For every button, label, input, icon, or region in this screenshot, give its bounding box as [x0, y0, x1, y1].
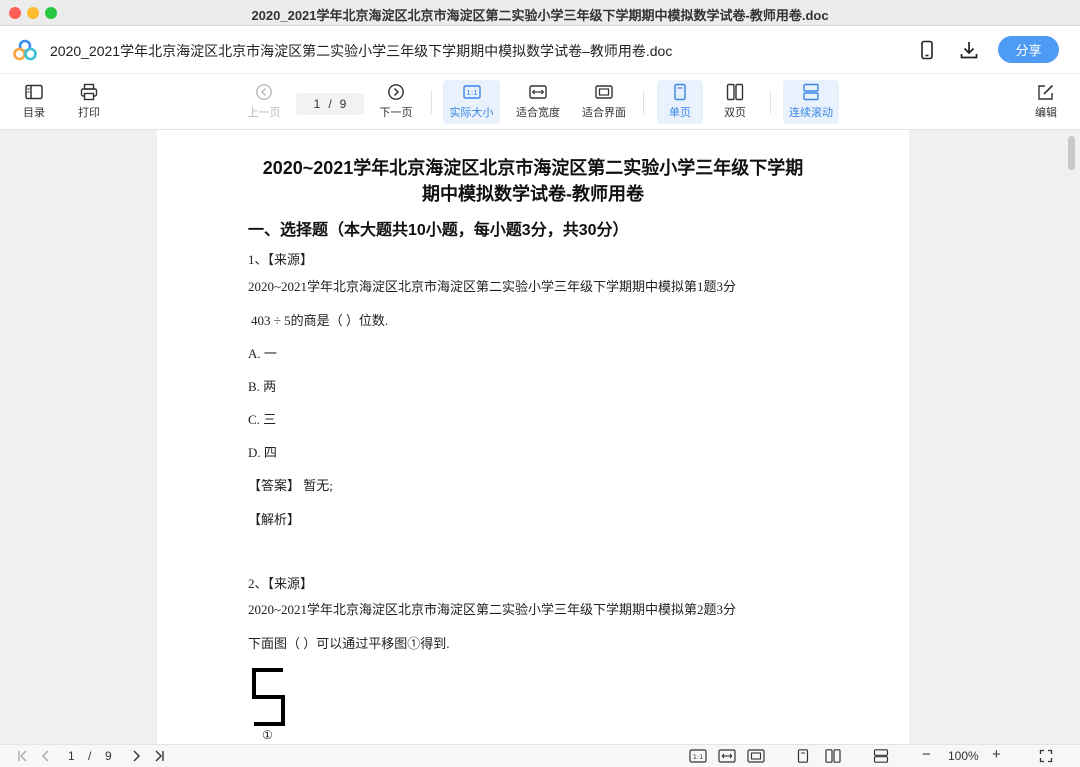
- q2-header: 2、【来源】: [248, 576, 314, 591]
- current-page: 1: [313, 97, 321, 111]
- toolbar-divider: [431, 90, 432, 114]
- q2-figure-label: ①: [262, 728, 273, 742]
- fit-window-label: 适合界面: [582, 107, 626, 119]
- app-logo-icon: [13, 39, 37, 61]
- q1-option-d: D. 四: [248, 445, 277, 460]
- status-total-pages: 9: [105, 749, 112, 763]
- single-page-button[interactable]: 单页: [657, 80, 703, 124]
- next-circle-icon: [388, 84, 404, 100]
- page-number-input[interactable]: 1 / 9: [296, 93, 364, 115]
- prev-page-label: 上一页: [247, 107, 281, 119]
- next-page-icon[interactable]: [129, 749, 143, 763]
- doc-title-line1: 2020~2021学年北京海淀区北京市海淀区第二实验小学三年级下学期: [262, 158, 804, 178]
- q1-analysis: 【解析】: [248, 512, 301, 527]
- q1-option-b: B. 两: [248, 379, 277, 394]
- document-viewport[interactable]: 2020~2021学年北京海淀区北京市海淀区第二实验小学三年级下学期 期中模拟数…: [0, 130, 1080, 744]
- zoom-level[interactable]: 100%: [948, 749, 979, 763]
- toolbar-divider: [643, 90, 644, 114]
- first-page-icon[interactable]: [16, 749, 30, 763]
- share-button[interactable]: 分享: [998, 36, 1059, 63]
- app-header: 2020_2021学年北京海淀区北京市海淀区第二实验小学三年级下学期期中模拟数学…: [0, 26, 1080, 74]
- printer-icon: [80, 83, 98, 101]
- double-page-icon: [726, 83, 744, 101]
- edit-label: 编辑: [1035, 107, 1057, 119]
- last-page-icon[interactable]: [152, 749, 166, 763]
- q2-figure: [252, 668, 285, 726]
- viewer-toolbar: 目录 打印 上一页 1 / 9 下一页 1:1 实际大小 适合宽度 适合界面 单…: [0, 74, 1080, 130]
- fullscreen-icon[interactable]: [1039, 749, 1053, 763]
- document-page: 2020~2021学年北京海淀区北京市海淀区第二实验小学三年级下学期 期中模拟数…: [157, 130, 909, 744]
- actual-size-label: 实际大小: [449, 107, 494, 119]
- status-current-page[interactable]: 1: [68, 749, 75, 763]
- document-name: 2020_2021学年北京海淀区北京市海淀区第二实验小学三年级下学期期中模拟数学…: [50, 43, 673, 59]
- single-page-icon: [674, 83, 686, 101]
- continuous-scroll-label: 连续滚动: [789, 107, 833, 119]
- status-single-page-icon[interactable]: [796, 749, 810, 763]
- fit-width-button[interactable]: 适合宽度: [511, 80, 565, 124]
- prev-page-button[interactable]: 上一页: [244, 80, 284, 124]
- fit-width-icon: [529, 85, 547, 99]
- prev-page-icon[interactable]: [39, 749, 53, 763]
- actual-size-icon: 1:1: [462, 85, 481, 99]
- print-button[interactable]: 打印: [69, 80, 109, 124]
- fit-width-label: 适合宽度: [516, 107, 560, 119]
- actual-size-button[interactable]: 1:1 实际大小: [443, 80, 500, 124]
- status-fit-width-icon[interactable]: [718, 749, 736, 763]
- status-page-separator: /: [88, 749, 92, 763]
- zoom-in-button[interactable]: +: [992, 746, 1001, 763]
- q1-answer: 【答案】 暂无;: [248, 478, 333, 493]
- prev-circle-icon: [256, 84, 272, 100]
- vertical-scrollbar[interactable]: [1068, 136, 1075, 170]
- status-continuous-icon[interactable]: [873, 749, 889, 763]
- next-page-button[interactable]: 下一页: [376, 80, 416, 124]
- q2-source: 2020~2021学年北京海淀区北京市海淀区第二实验小学三年级下学期期中模拟第2…: [248, 602, 737, 617]
- toc-icon: [25, 84, 43, 100]
- window-title: 2020_2021学年北京海淀区北京市海淀区第二实验小学三年级下学期期中模拟数学…: [251, 8, 829, 23]
- double-page-label: 双页: [724, 107, 746, 119]
- doc-title-line2: 期中模拟数学试卷-教师用卷: [422, 184, 644, 204]
- fit-window-button[interactable]: 适合界面: [577, 80, 631, 124]
- status-fit-window-icon[interactable]: [747, 749, 765, 763]
- edit-icon: [1038, 84, 1054, 100]
- continuous-scroll-button[interactable]: 连续滚动: [783, 80, 839, 124]
- toolbar-divider: [770, 90, 771, 114]
- status-double-page-icon[interactable]: [825, 749, 841, 763]
- page-separator: /: [328, 97, 332, 111]
- section-heading: 一、选择题（本大题共10小题，每小题3分，共30分）: [248, 222, 629, 239]
- q1-option-a: A. 一: [248, 346, 277, 361]
- window-titlebar: 2020_2021学年北京海淀区北京市海淀区第二实验小学三年级下学期期中模拟数学…: [0, 0, 1080, 26]
- q1-source: 2020~2021学年北京海淀区北京市海淀区第二实验小学三年级下学期期中模拟第1…: [248, 279, 737, 294]
- status-bar: 1 / 9 1:1 − 100% +: [0, 744, 1080, 767]
- status-ratio-glyph: 1:1: [693, 753, 703, 761]
- double-page-button[interactable]: 双页: [713, 80, 757, 124]
- next-page-label: 下一页: [379, 107, 413, 119]
- actual-size-glyph: 1:1: [466, 89, 477, 97]
- toc-button[interactable]: 目录: [14, 80, 54, 124]
- q1-header: 1、【来源】: [248, 252, 314, 267]
- q1-option-c: C. 三: [248, 412, 277, 427]
- toc-label: 目录: [23, 107, 45, 119]
- mobile-icon[interactable]: [916, 39, 938, 61]
- edit-button[interactable]: 编辑: [1027, 80, 1065, 124]
- download-icon[interactable]: [958, 39, 980, 61]
- status-actual-size-icon[interactable]: 1:1: [689, 749, 707, 763]
- q1-stem: 403 ÷ 5的商是（ ）位数.: [251, 313, 389, 328]
- continuous-scroll-icon: [803, 83, 819, 101]
- total-pages: 9: [339, 97, 347, 111]
- print-label: 打印: [78, 107, 100, 119]
- single-page-label: 单页: [669, 107, 691, 119]
- zoom-out-button[interactable]: −: [922, 746, 931, 763]
- q2-stem: 下面图（ ）可以通过平移图①得到.: [248, 636, 450, 651]
- fit-window-icon: [595, 85, 613, 99]
